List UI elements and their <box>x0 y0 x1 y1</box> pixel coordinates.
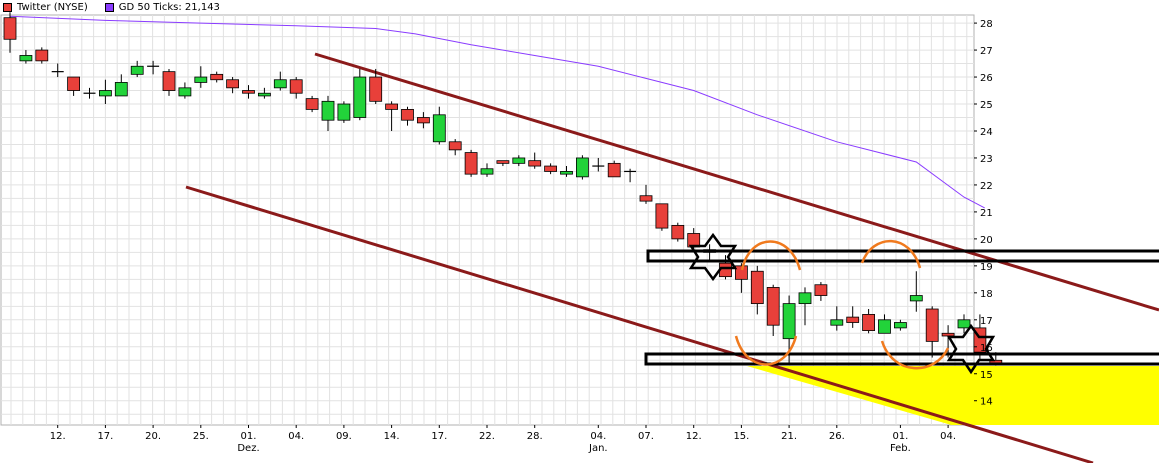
x-tick-label: 12. <box>50 431 66 442</box>
candle-body-down <box>814 284 828 296</box>
candle-body-up <box>114 82 128 97</box>
candle-body-down <box>639 195 653 202</box>
candle-body-up <box>178 87 192 97</box>
candle-body-up <box>130 65 144 75</box>
y-tick-label: 27 <box>980 46 993 57</box>
x-tick-label: 01. <box>241 431 257 442</box>
x-tick-label: 20. <box>145 431 161 442</box>
candle-body-down <box>305 98 319 110</box>
x-tick-month-label: Feb. <box>890 443 911 454</box>
x-tick-label: 21. <box>781 431 797 442</box>
y-tick-label: 19 <box>980 262 993 273</box>
candle-body-down <box>385 103 399 110</box>
candle-body-down <box>671 224 685 240</box>
y-tick-label: 28 <box>980 19 993 30</box>
x-tick-label: 26. <box>829 431 845 442</box>
candle-body-up <box>480 168 494 175</box>
x-tick-month-label: Dez. <box>237 443 259 454</box>
stock-chart: 14 15 16 17 18 19 20 21 22 23 24 25 26 27 28 12. 17. 20.… <box>0 12 1159 463</box>
candle-body-down <box>401 109 414 121</box>
candle-body-down <box>162 71 176 91</box>
y-tick-label: 17 <box>980 316 993 327</box>
legend-swatch-red <box>3 2 12 12</box>
candle-body-down <box>607 162 621 178</box>
candle-body-up <box>576 157 589 178</box>
candle-body-up <box>830 319 844 326</box>
candle-body-down <box>289 79 303 94</box>
x-tick-label: 12. <box>686 431 702 442</box>
y-tick-label: 22 <box>980 181 993 192</box>
candle-body-up <box>432 114 446 143</box>
x-tick-label: 25. <box>193 431 209 442</box>
candle-body-down <box>655 203 669 229</box>
candle-body-up <box>194 76 208 83</box>
candle-body-down <box>242 90 255 94</box>
x-tick-label: 17. <box>97 431 113 442</box>
y-tick-label: 26 <box>980 73 993 84</box>
y-tick-label: 20 <box>980 235 993 246</box>
x-tick-label: 01. <box>892 431 908 442</box>
y-tick-label: 21 <box>980 208 993 219</box>
x-tick-label: 22. <box>479 431 495 442</box>
candle-body-down <box>226 79 240 89</box>
candle-body-up <box>957 319 971 329</box>
x-tick-label: 07. <box>638 431 654 442</box>
candle-body-down <box>35 49 49 62</box>
legend-item-moving-average: GD 50 Ticks: 21,143 <box>102 2 220 13</box>
x-tick-label: 04. <box>288 431 304 442</box>
candle-body-down <box>67 76 80 91</box>
candle-body-up <box>878 319 891 334</box>
candle-body-down <box>719 262 732 278</box>
candle-body-up <box>782 303 796 340</box>
candle-body-down <box>544 165 557 172</box>
candle-body-down <box>496 160 510 164</box>
candle-body-up <box>909 295 923 302</box>
candle-body-up <box>257 92 271 97</box>
candle-body-down <box>416 117 430 124</box>
candle-body-up <box>894 322 907 329</box>
x-tick-label: 04. <box>940 431 956 442</box>
x-tick-label: 15. <box>733 431 749 442</box>
candle-body-down <box>862 314 875 331</box>
y-tick-label: 14 <box>980 397 993 408</box>
x-tick-label: 09. <box>336 431 352 442</box>
candle-body-down <box>766 287 780 326</box>
candle-body-down <box>750 270 764 305</box>
y-tick-label: 18 <box>980 289 993 300</box>
candle-body-up <box>798 292 812 305</box>
candle-body-down <box>941 332 955 337</box>
candle-body-down <box>448 141 462 151</box>
candle-body-up <box>353 76 367 118</box>
legend-label-moving-average: GD 50 Ticks: 21,143 <box>118 1 220 13</box>
candle-body-up <box>273 79 287 89</box>
candle-body-up <box>337 103 351 121</box>
candle-body-up <box>99 90 112 97</box>
y-tick-label: 16 <box>980 343 993 354</box>
y-tick-label: 15 <box>980 370 993 381</box>
x-tick-label: 28. <box>527 431 543 442</box>
x-tick-label: 04. <box>590 431 606 442</box>
candle-body-down <box>528 160 542 167</box>
legend-item-twitter: Twitter (NYSE) <box>0 2 88 13</box>
legend: Twitter (NYSE) GD 50 Ticks: 21,143 <box>0 0 234 14</box>
legend-swatch-purple <box>104 2 114 12</box>
y-tick-label: 23 <box>980 154 993 165</box>
legend-label-twitter: Twitter (NYSE) <box>17 1 88 13</box>
candle-body-down <box>846 316 860 323</box>
candle-body-down <box>925 308 939 342</box>
x-tick-label: 17. <box>431 431 447 442</box>
candle-body-down <box>464 152 478 175</box>
candle-body-down <box>369 76 383 102</box>
x-tick-month-label: Jan. <box>588 443 608 454</box>
x-axis: 12. 17. 20. 25. 01.Dez.04. 09. 14. 17. 22. 28. 04.… <box>50 425 956 454</box>
y-tick-label: 25 <box>980 100 993 111</box>
candle-body-down <box>210 73 224 81</box>
candle-body-up <box>560 171 573 175</box>
candle-body-up <box>512 157 526 164</box>
candle-body-up <box>19 55 33 62</box>
candle-body-up <box>321 100 335 121</box>
x-tick-label: 14. <box>384 431 400 442</box>
candle-body-down <box>3 17 17 40</box>
y-tick-label: 24 <box>980 127 993 138</box>
